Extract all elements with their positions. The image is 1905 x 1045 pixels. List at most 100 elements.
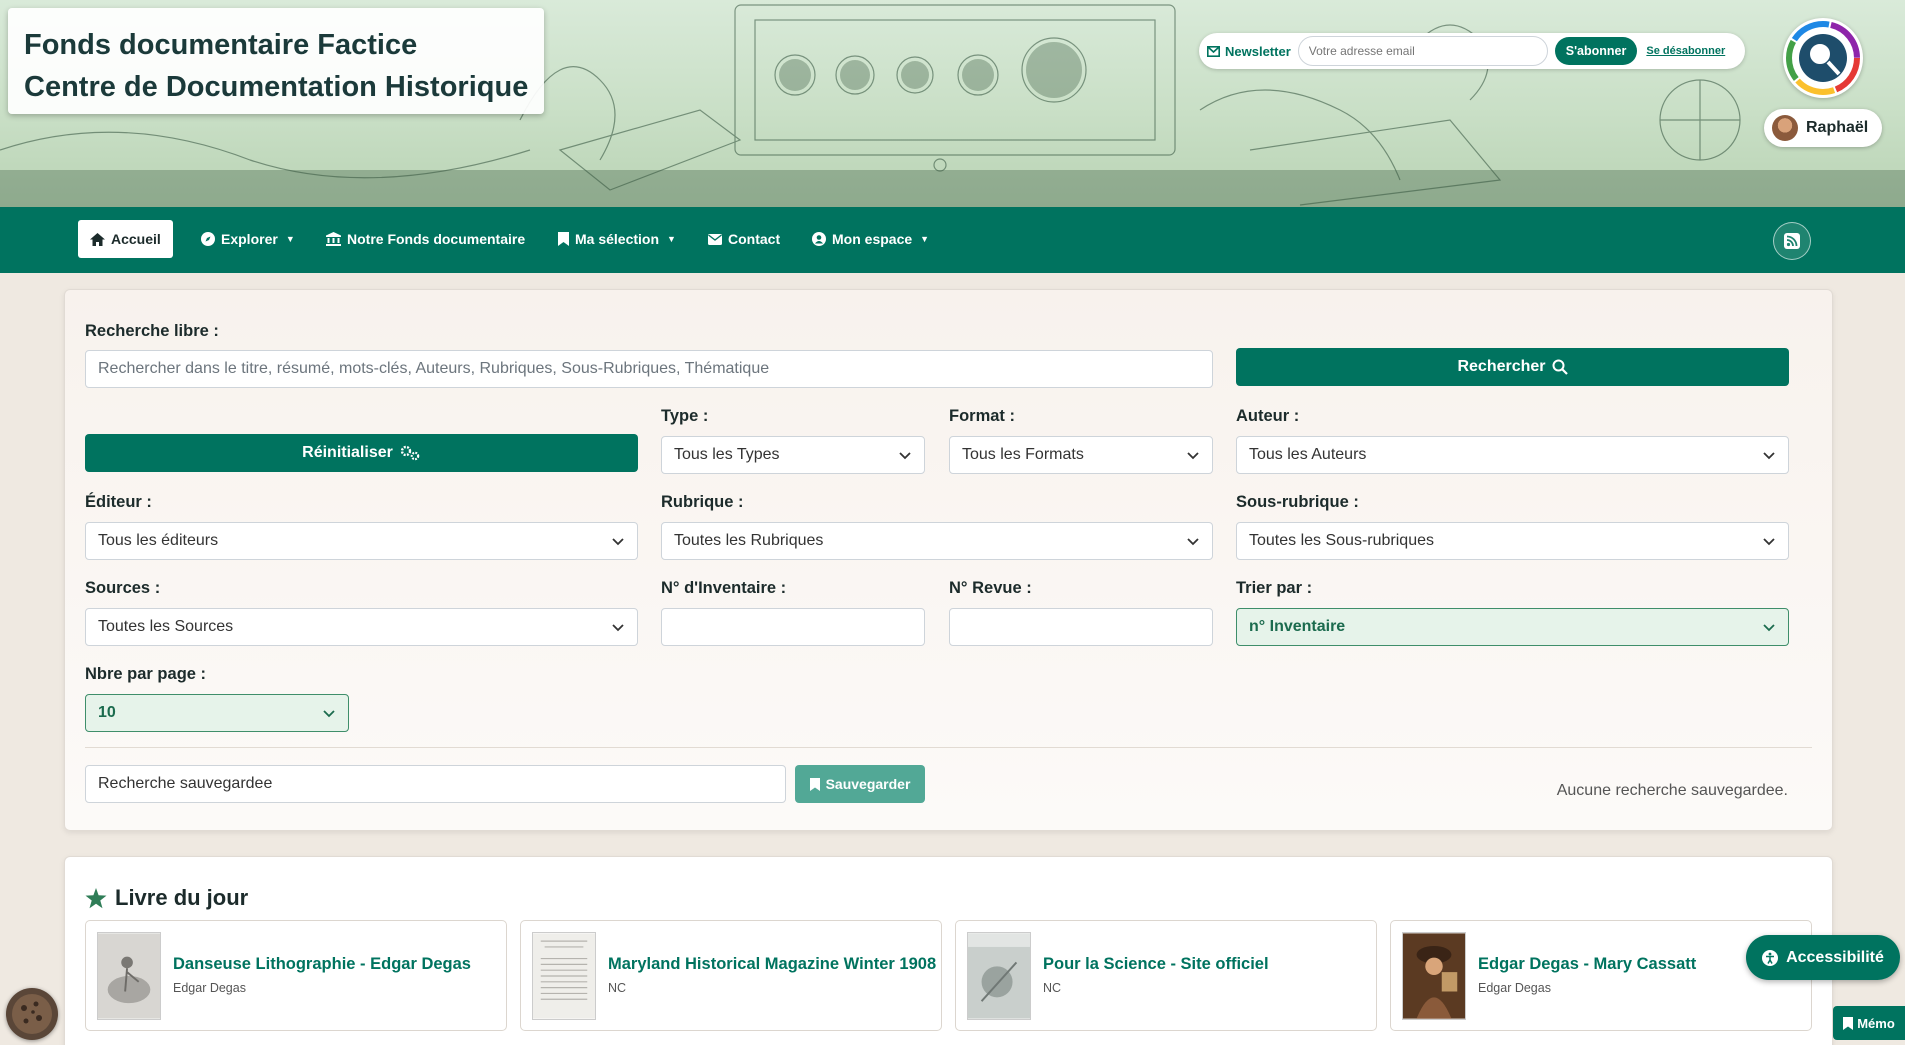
- book-author: NC: [1043, 981, 1062, 995]
- chevron-down-icon: [899, 452, 911, 460]
- site-title[interactable]: Fonds documentaire Factice Centre de Doc…: [8, 8, 544, 114]
- format-select[interactable]: Tous les Formats: [949, 436, 1213, 474]
- sources-label: Sources :: [85, 579, 161, 597]
- rss-button[interactable]: [1773, 222, 1811, 260]
- newsletter-email-input[interactable]: [1297, 36, 1548, 66]
- chevron-down-icon: [1187, 452, 1199, 460]
- gears-icon: [400, 445, 420, 461]
- sources-select-value: Toutes les Sources: [98, 618, 234, 635]
- save-search-button-label: Sauvegarder: [825, 776, 911, 792]
- memo-button[interactable]: Mémo: [1833, 1006, 1905, 1040]
- publisher-label: Éditeur :: [85, 493, 152, 511]
- search-icon: [1552, 359, 1568, 375]
- chevron-down-icon: [1763, 452, 1775, 460]
- cookie-icon: [12, 994, 52, 1034]
- book-card[interactable]: Danseuse Lithographie - Edgar Degas Edga…: [85, 920, 507, 1031]
- type-select-value: Tous les Types: [674, 446, 780, 463]
- bookmark-icon: [1843, 1016, 1854, 1030]
- book-title[interactable]: Maryland Historical Magazine Winter 1908: [608, 955, 936, 974]
- book-cover-image: [97, 932, 161, 1020]
- type-select[interactable]: Tous les Types: [661, 436, 925, 474]
- rss-icon: [1784, 233, 1800, 249]
- book-author: Edgar Degas: [173, 981, 246, 995]
- site-logo[interactable]: [1783, 18, 1863, 98]
- nav-collection[interactable]: Notre Fonds documentaire: [326, 220, 525, 258]
- cookie-settings-button[interactable]: [6, 988, 58, 1040]
- nav-selection-label: Ma sélection: [575, 231, 660, 247]
- publisher-select[interactable]: Tous les éditeurs: [85, 522, 638, 560]
- header-banner: Fonds documentaire Factice Centre de Doc…: [0, 0, 1905, 207]
- book-cover-image: [967, 932, 1031, 1020]
- book-author: NC: [608, 981, 627, 995]
- nav-home[interactable]: Accueil: [78, 220, 173, 258]
- book-title[interactable]: Pour la Science - Site officiel: [1043, 955, 1269, 974]
- chevron-down-icon: [612, 624, 624, 632]
- chevron-down-icon: [612, 538, 624, 546]
- nav-contact-label: Contact: [728, 231, 781, 247]
- site-title-line1: Fonds documentaire Factice: [24, 29, 418, 61]
- star-icon: [85, 887, 107, 908]
- accessibility-icon: [1762, 949, 1779, 966]
- book-cover-image: [532, 932, 596, 1020]
- nav-contact[interactable]: Contact: [708, 220, 780, 258]
- rubric-select-value: Toutes les Rubriques: [674, 532, 824, 549]
- nav-selection[interactable]: Ma sélection ▼: [558, 220, 676, 258]
- per-page-select[interactable]: 10: [85, 694, 349, 732]
- inventory-label: N° d'Inventaire :: [661, 579, 787, 597]
- book-card[interactable]: Pour la Science - Site officiel NC: [955, 920, 1377, 1031]
- subrubric-label: Sous-rubrique :: [1236, 493, 1359, 511]
- chevron-down-icon: [1187, 538, 1199, 546]
- sort-select[interactable]: n° Inventaire: [1236, 608, 1789, 646]
- nav-my-space[interactable]: Mon espace ▼: [812, 220, 929, 258]
- no-saved-search-message: Aucune recherche sauvegardee.: [1556, 782, 1788, 799]
- publisher-select-value: Tous les éditeurs: [98, 532, 219, 549]
- book-card[interactable]: Maryland Historical Magazine Winter 1908…: [520, 920, 942, 1031]
- accessibility-button-label: Accessibilité: [1786, 948, 1884, 966]
- unsubscribe-link[interactable]: Se désabonner: [1646, 45, 1725, 57]
- free-search-input[interactable]: Rechercher dans le titre, résumé, mots-c…: [85, 350, 1213, 388]
- nav-explore-label: Explorer: [221, 231, 278, 247]
- nav-collection-label: Notre Fonds documentaire: [347, 231, 526, 247]
- subscribe-button[interactable]: S'abonner: [1554, 37, 1638, 65]
- avatar: [1772, 115, 1798, 141]
- bookmark-icon: [558, 232, 569, 246]
- per-page-label: Nbre par page :: [85, 665, 207, 683]
- subrubric-select[interactable]: Toutes les Sous-rubriques: [1236, 522, 1789, 560]
- user-name: Raphaël: [1806, 119, 1869, 136]
- book-title[interactable]: Danseuse Lithographie - Edgar Degas: [173, 955, 471, 974]
- newsletter-form: Newsletter S'abonner Se désabonner: [1199, 33, 1745, 69]
- reset-button[interactable]: Réinitialiser: [85, 434, 638, 472]
- book-card[interactable]: Edgar Degas - Mary Cassatt Edgar Degas: [1390, 920, 1812, 1031]
- inventory-input[interactable]: [661, 608, 925, 646]
- saved-search-name-input[interactable]: Recherche sauvegardee: [85, 765, 786, 803]
- chevron-down-icon: [323, 710, 335, 718]
- journal-input[interactable]: [949, 608, 1213, 646]
- author-select[interactable]: Tous les Auteurs: [1236, 436, 1789, 474]
- nav-explore[interactable]: Explorer ▼: [201, 220, 295, 258]
- per-page-select-value: 10: [98, 704, 116, 721]
- nav-my-space-label: Mon espace: [832, 231, 913, 247]
- user-circle-icon: [812, 232, 826, 246]
- sources-select[interactable]: Toutes les Sources: [85, 608, 638, 646]
- rubric-select[interactable]: Toutes les Rubriques: [661, 522, 1213, 560]
- author-label: Auteur :: [1236, 407, 1300, 425]
- search-button-label: Rechercher: [1457, 358, 1546, 375]
- newsletter-label: Newsletter: [1207, 44, 1291, 59]
- user-menu[interactable]: Raphaël: [1764, 109, 1882, 147]
- save-search-button[interactable]: Sauvegarder: [795, 765, 925, 803]
- bookmark-icon: [809, 777, 820, 791]
- search-button[interactable]: Rechercher: [1236, 348, 1789, 386]
- chevron-down-icon: ▼: [920, 234, 930, 244]
- book-of-the-day-title: Livre du jour: [115, 885, 249, 910]
- book-title[interactable]: Edgar Degas - Mary Cassatt: [1478, 955, 1696, 974]
- author-select-value: Tous les Auteurs: [1249, 446, 1367, 463]
- book-author: Edgar Degas: [1478, 981, 1551, 995]
- search-panel: Recherche libre : Rechercher dans le tit…: [64, 289, 1833, 831]
- book-of-the-day-section: Livre du jour Danseuse Lithographie - Ed…: [64, 856, 1833, 1045]
- institution-icon: [326, 232, 341, 246]
- accessibility-button[interactable]: Accessibilité: [1746, 935, 1900, 980]
- format-select-value: Tous les Formats: [962, 446, 1084, 463]
- sort-label: Trier par :: [1236, 579, 1313, 597]
- site-title-line2: Centre de Documentation Historique: [24, 71, 529, 103]
- type-label: Type :: [661, 407, 709, 425]
